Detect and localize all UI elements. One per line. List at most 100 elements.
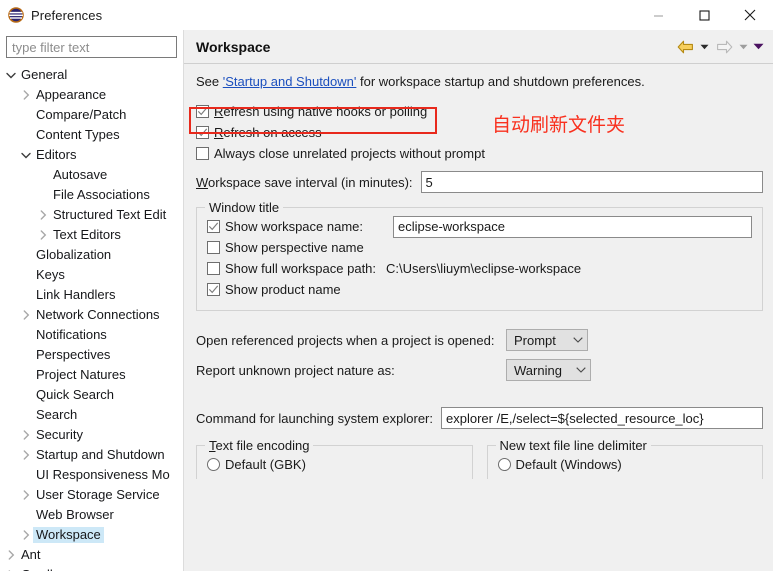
sidebar-item-gradle[interactable]: Gradle [0, 565, 183, 571]
sidebar-item-link-handlers[interactable]: Link Handlers [0, 285, 183, 305]
chevron-right-icon[interactable] [19, 310, 33, 320]
sidebar-item-notifications[interactable]: Notifications [0, 325, 183, 345]
sidebar-item-workspace[interactable]: Workspace [0, 525, 183, 545]
checkbox-box[interactable] [207, 220, 220, 233]
report-nature-label: Report unknown project nature as: [196, 362, 395, 378]
chevron-down-icon[interactable] [19, 152, 33, 159]
sidebar-item-security[interactable]: Security [0, 425, 183, 445]
sidebar-item-label: Appearance [36, 87, 107, 102]
sidebar-item-search[interactable]: Search [0, 405, 183, 425]
radio-circle[interactable] [497, 458, 511, 471]
checkbox-box[interactable] [196, 147, 209, 160]
sidebar-item-label: General [21, 67, 68, 82]
close-button[interactable] [727, 0, 773, 30]
sidebar-item-appearance[interactable]: Appearance [0, 85, 183, 105]
dropdown-value: Warning [514, 362, 562, 378]
page-description: See 'Startup and Shutdown' for workspace… [196, 74, 763, 89]
dialog-body: General Appearance Compare/Patch Content Ty… [0, 30, 773, 571]
forward-arrow-icon[interactable] [713, 36, 735, 58]
checkbox-box[interactable] [196, 105, 209, 118]
checkbox-show-product-name[interactable]: Show product name [207, 279, 752, 300]
chevron-right-icon[interactable] [19, 530, 33, 540]
checkbox-refresh-native-hooks[interactable]: Refresh using native hooks or polling [196, 101, 763, 122]
sidebar-item-general[interactable]: General [0, 65, 183, 85]
back-arrow-icon[interactable] [674, 36, 696, 58]
page-content: See 'Startup and Shutdown' for workspace… [184, 64, 773, 571]
checkbox-always-close-unrelated[interactable]: Always close unrelated projects without … [196, 143, 763, 164]
chevron-right-icon[interactable] [36, 230, 50, 240]
chevron-right-icon[interactable] [19, 430, 33, 440]
checkbox-label: Refresh on access [214, 125, 322, 140]
text-file-encoding-group: Text file encoding Default (GBK) [196, 438, 473, 479]
sidebar-item-compare-patch[interactable]: Compare/Patch [0, 105, 183, 125]
sidebar-item-startup-and-shutdown[interactable]: Startup and Shutdown [0, 445, 183, 465]
report-nature-dropdown[interactable]: Warning [506, 359, 591, 381]
save-interval-input[interactable] [420, 171, 763, 193]
page-nav-tools [674, 36, 765, 58]
sidebar-item-label: Quick Search [36, 387, 115, 402]
chevron-right-icon[interactable] [4, 550, 18, 560]
explorer-command-label: Command for launching system explorer: [196, 410, 433, 426]
full-workspace-path-value: C:\Users\liuym\eclipse-workspace [386, 261, 582, 276]
checkbox-label: Show product name [225, 282, 341, 297]
sidebar-item-network-connections[interactable]: Network Connections [0, 305, 183, 325]
preferences-page: Workspace See 'Startup and Shutdown' for… [184, 30, 773, 571]
sidebar-item-autosave[interactable]: Autosave [0, 165, 183, 185]
sidebar-item-perspectives[interactable]: Perspectives [0, 345, 183, 365]
workspace-name-input[interactable] [393, 215, 752, 238]
forward-history-chevron-down-icon[interactable] [737, 36, 750, 58]
sidebar-item-keys[interactable]: Keys [0, 265, 183, 285]
sidebar-item-file-associations[interactable]: File Associations [0, 185, 183, 205]
checkbox-box[interactable] [196, 126, 209, 139]
checkbox-label: Refresh using native hooks or polling [214, 104, 428, 119]
preferences-dialog: Preferences General Appearance Compare/Pat… [0, 0, 773, 571]
sidebar-item-project-natures[interactable]: Project Natures [0, 365, 183, 385]
sidebar-item-globalization[interactable]: Globalization [0, 245, 183, 265]
minimize-button[interactable] [635, 0, 681, 30]
sidebar-item-label: UI Responsiveness Mo [36, 467, 170, 482]
sidebar-item-ui-responsiveness-mo[interactable]: UI Responsiveness Mo [0, 465, 183, 485]
radio-default-encoding[interactable]: Default (GBK) [207, 454, 462, 475]
sidebar-item-label: Notifications [36, 327, 107, 342]
startup-shutdown-link[interactable]: 'Startup and Shutdown' [223, 74, 357, 89]
page-menu-chevron-down-icon[interactable] [752, 36, 765, 58]
checkbox-refresh-on-access[interactable]: Refresh on access [196, 122, 763, 143]
sidebar-item-structured-text-edit[interactable]: Structured Text Edit [0, 205, 183, 225]
checkbox-box[interactable] [207, 262, 220, 275]
sidebar-item-user-storage-service[interactable]: User Storage Service [0, 485, 183, 505]
sidebar-item-label: File Associations [53, 187, 150, 202]
preferences-tree[interactable]: General Appearance Compare/Patch Content Ty… [0, 64, 183, 571]
window-title-group: Window title Show workspace name: Show p… [196, 200, 763, 311]
sidebar-item-quick-search[interactable]: Quick Search [0, 385, 183, 405]
explorer-command-input[interactable] [441, 407, 763, 429]
chevron-right-icon[interactable] [36, 210, 50, 220]
sidebar-item-web-browser[interactable]: Web Browser [0, 505, 183, 525]
checkbox-box[interactable] [207, 241, 220, 254]
checkbox-box[interactable] [207, 283, 220, 296]
radio-default-delimiter[interactable]: Default (Windows) [497, 454, 753, 475]
sidebar-item-label: Compare/Patch [36, 107, 127, 122]
open-referenced-dropdown[interactable]: Prompt [506, 329, 588, 351]
sidebar-item-label: Content Types [36, 127, 120, 142]
chevron-right-icon[interactable] [19, 450, 33, 460]
sidebar-item-text-editors[interactable]: Text Editors [0, 225, 183, 245]
filter-input[interactable] [6, 36, 177, 58]
radio-circle[interactable] [207, 458, 220, 471]
back-history-chevron-down-icon[interactable] [698, 36, 711, 58]
sidebar-item-label: Perspectives [36, 347, 111, 362]
checkbox-show-perspective-name[interactable]: Show perspective name [207, 237, 752, 258]
chevron-right-icon[interactable] [19, 90, 33, 100]
filter-container [0, 34, 183, 64]
description-suffix: for workspace startup and shutdown prefe… [356, 74, 645, 89]
checkbox-label: Always close unrelated projects without … [214, 146, 485, 161]
sidebar-item-content-types[interactable]: Content Types [0, 125, 183, 145]
chevron-right-icon[interactable] [19, 490, 33, 500]
maximize-button[interactable] [681, 0, 727, 30]
sidebar-item-ant[interactable]: Ant [0, 545, 183, 565]
chevron-down-icon[interactable] [4, 72, 18, 79]
checkbox-label: Show workspace name: [225, 219, 364, 234]
sidebar-item-label: Keys [36, 267, 65, 282]
window-title: Preferences [31, 7, 103, 23]
sidebar-item-label: Autosave [53, 167, 108, 182]
sidebar-item-editors[interactable]: Editors [0, 145, 183, 165]
